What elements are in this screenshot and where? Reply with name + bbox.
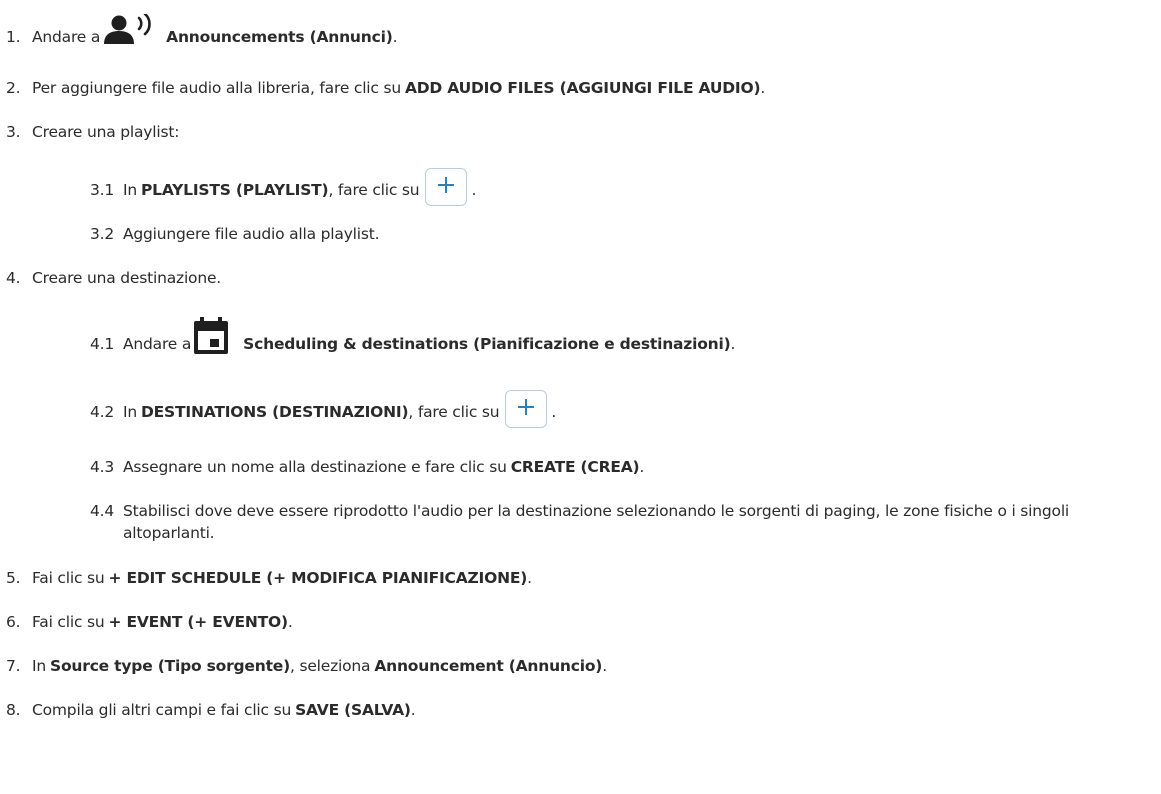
person-speaking-icon xyxy=(104,12,156,52)
step-2: 2. Per aggiungere file audio alla librer… xyxy=(6,79,766,97)
substep-4-3: 4.3 Assegnare un nome alla destinazione … xyxy=(90,458,645,476)
step-number: 1. xyxy=(6,28,21,46)
step-8: 8. Compila gli altri campi e fai clic su… xyxy=(6,701,416,719)
plus-icon xyxy=(517,398,535,420)
step-text: Andare a xyxy=(32,28,101,46)
step-3: 3. Creare una playlist: xyxy=(6,123,180,141)
substep-4-4: Stabilisci dove deve essere riprodotto l… xyxy=(123,502,1070,542)
step-5: 5. Fai clic su + EDIT SCHEDULE (+ MODIFI… xyxy=(6,569,532,587)
substep-4-1: 4.1 Andare a Scheduling & destinations (… xyxy=(90,317,735,356)
substep-3-1: 3.1 In PLAYLISTS (PLAYLIST) , fare clic … xyxy=(90,168,476,206)
plus-icon xyxy=(437,176,455,198)
calendar-icon xyxy=(193,317,229,359)
menu-label: Announcements (Annunci) xyxy=(166,28,393,46)
substep-3-2: 3.2 Aggiungere file audio alla playlist. xyxy=(90,225,380,243)
button-label: ADD AUDIO FILES (AGGIUNGI FILE AUDIO) xyxy=(404,79,761,97)
step-1: 1. Andare a Announcements (Annunci) . xyxy=(6,12,398,49)
step-6: 6. Fai clic su + EVENT (+ EVENTO) . xyxy=(6,613,293,631)
add-destination-button xyxy=(505,390,548,428)
add-playlist-button xyxy=(425,168,468,206)
step-4: 4. Creare una destinazione. xyxy=(6,269,222,287)
substep-4-2: 4.2 In DESTINATIONS (DESTINAZIONI) , far… xyxy=(90,390,556,428)
menu-label: Scheduling & destinations (Pianificazion… xyxy=(243,335,731,353)
substep-4-4-number: 4.4 xyxy=(90,502,115,520)
step-7: 7. In Source type (Tipo sorgente) , sele… xyxy=(6,657,607,675)
